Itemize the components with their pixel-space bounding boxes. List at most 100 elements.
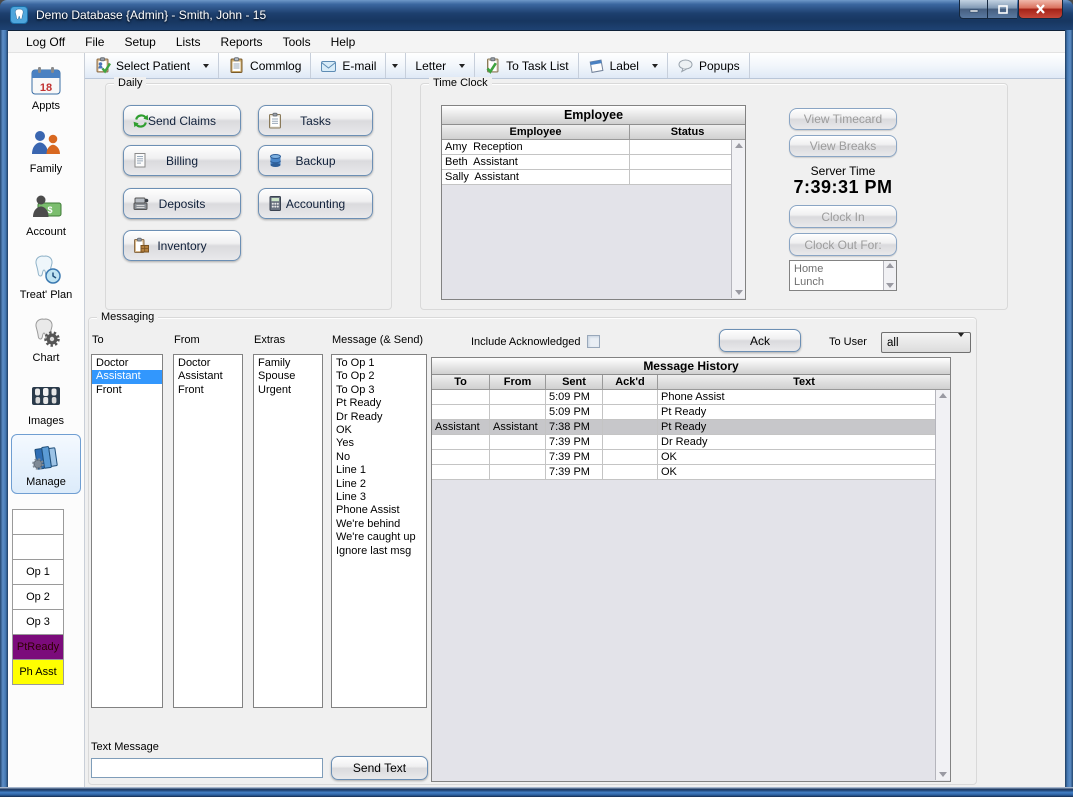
list-item[interactable]: OK	[332, 424, 426, 437]
list-item[interactable]: Family	[254, 357, 322, 370]
op-button-phasst[interactable]: Ph Asst	[12, 659, 64, 685]
list-item[interactable]: We're behind	[332, 518, 426, 531]
menu-lists[interactable]: Lists	[166, 32, 211, 52]
include-acknowledged-checkbox[interactable]	[587, 335, 600, 348]
op-button-blank-1[interactable]	[12, 509, 64, 535]
tasks-button[interactable]: Tasks	[258, 105, 373, 136]
clock-out-for-button[interactable]: Clock Out For:	[789, 233, 897, 256]
sidebar-item-appts[interactable]: 18 Appts	[8, 56, 84, 119]
list-item[interactable]: Urgent	[254, 384, 322, 397]
employee-row[interactable]: Sally Assistant	[442, 170, 733, 185]
scroll-up-icon[interactable]	[886, 263, 894, 268]
sidebar-item-manage[interactable]: Manage	[11, 434, 81, 494]
op-button-op3[interactable]: Op 3	[12, 609, 64, 635]
list-item-selected[interactable]: Assistant	[92, 370, 162, 383]
list-item[interactable]: Spouse	[254, 370, 322, 383]
list-item[interactable]: Ignore last msg	[332, 545, 426, 558]
column-header-sent[interactable]: Sent	[546, 375, 603, 389]
op-button-blank-2[interactable]	[12, 534, 64, 560]
history-row[interactable]: 7:39 PM OK	[432, 450, 937, 465]
clock-out-options-list[interactable]: Home Lunch	[789, 260, 897, 291]
sidebar-item-account[interactable]: $ Account	[8, 182, 84, 245]
menu-setup[interactable]: Setup	[114, 32, 165, 52]
send-text-button[interactable]: Send Text	[331, 756, 428, 780]
extras-list[interactable]: Family Spouse Urgent	[253, 354, 323, 708]
clock-out-list-scrollbar[interactable]	[883, 261, 896, 290]
email-dropdown-button[interactable]	[385, 53, 406, 78]
menu-reports[interactable]: Reports	[211, 32, 273, 52]
employee-row[interactable]: Beth Assistant	[442, 155, 733, 170]
list-item[interactable]: Yes	[332, 437, 426, 450]
column-header-employee[interactable]: Employee	[442, 125, 630, 139]
menu-tools[interactable]: Tools	[273, 32, 321, 52]
scroll-down-icon[interactable]	[939, 772, 947, 777]
column-header-status[interactable]: Status	[630, 125, 745, 139]
op-button-op2[interactable]: Op 2	[12, 584, 64, 610]
view-timecard-button[interactable]: View Timecard	[789, 108, 897, 130]
to-user-dropdown[interactable]: all	[881, 332, 971, 353]
sidebar-item-family[interactable]: Family	[8, 119, 84, 182]
send-claims-button[interactable]: Send Claims	[123, 105, 241, 136]
history-row-selected[interactable]: Assistant Assistant 7:38 PM Pt Ready	[432, 420, 937, 435]
list-item[interactable]: Doctor	[174, 357, 242, 370]
ack-button[interactable]: Ack	[719, 329, 801, 352]
list-item[interactable]: Pt Ready	[332, 397, 426, 410]
backup-button[interactable]: Backup	[258, 145, 373, 176]
list-item[interactable]: To Op 1	[332, 357, 426, 370]
list-item[interactable]: No	[332, 451, 426, 464]
history-row[interactable]: 5:09 PM Pt Ready	[432, 405, 937, 420]
list-item[interactable]: Front	[174, 384, 242, 397]
list-item[interactable]: Assistant	[174, 370, 242, 383]
menu-help[interactable]: Help	[321, 32, 366, 52]
clock-in-button[interactable]: Clock In	[789, 205, 897, 228]
maximize-button[interactable]	[988, 0, 1017, 19]
op-button-op1[interactable]: Op 1	[12, 559, 64, 585]
text-message-input[interactable]	[91, 758, 323, 778]
column-header-to[interactable]: To	[432, 375, 490, 389]
history-row[interactable]: 7:39 PM Dr Ready	[432, 435, 937, 450]
accounting-button[interactable]: Accounting	[258, 188, 373, 219]
scroll-up-icon[interactable]	[939, 393, 947, 398]
list-item[interactable]: Line 2	[332, 478, 426, 491]
history-row[interactable]: 7:39 PM OK	[432, 465, 937, 480]
close-button[interactable]	[1018, 0, 1063, 19]
label-button[interactable]: Label	[579, 53, 668, 78]
list-item[interactable]: Home	[790, 263, 896, 276]
column-header-text[interactable]: Text	[658, 375, 950, 389]
sidebar-item-chart[interactable]: Chart	[8, 308, 84, 371]
inventory-button[interactable]: Inventory	[123, 230, 241, 261]
minimize-button[interactable]	[959, 0, 988, 19]
to-task-list-button[interactable]: To Task List	[475, 53, 578, 78]
sidebar-item-treat-plan[interactable]: Treat' Plan	[8, 245, 84, 308]
message-send-list[interactable]: To Op 1 To Op 2 To Op 3 Pt Ready Dr Read…	[331, 354, 427, 708]
employee-table-scrollbar[interactable]	[731, 140, 745, 298]
employee-row[interactable]: Amy Reception	[442, 140, 733, 155]
list-item[interactable]: Front	[92, 384, 162, 397]
list-item[interactable]: To Op 2	[332, 370, 426, 383]
select-patient-button[interactable]: Select Patient	[85, 53, 219, 78]
to-list[interactable]: Doctor Assistant Front	[91, 354, 163, 708]
list-item[interactable]: To Op 3	[332, 384, 426, 397]
op-button-ptready[interactable]: PtReady	[12, 634, 64, 660]
scroll-down-icon[interactable]	[735, 290, 743, 295]
list-item[interactable]: Line 1	[332, 464, 426, 477]
list-item[interactable]: Dr Ready	[332, 411, 426, 424]
popups-button[interactable]: Popups	[668, 53, 750, 78]
sidebar-item-images[interactable]: Images	[8, 371, 84, 434]
list-item[interactable]: Lunch	[790, 276, 896, 289]
list-item[interactable]: Phone Assist	[332, 504, 426, 517]
billing-button[interactable]: Billing	[123, 145, 241, 176]
column-header-ackd[interactable]: Ack'd	[603, 375, 658, 389]
commlog-button[interactable]: Commlog	[219, 53, 311, 78]
menu-log-off[interactable]: Log Off	[16, 32, 75, 52]
view-breaks-button[interactable]: View Breaks	[789, 135, 897, 157]
list-item[interactable]: Line 3	[332, 491, 426, 504]
menu-file[interactable]: File	[75, 32, 114, 52]
email-button[interactable]: E-mail	[311, 53, 386, 78]
deposits-button[interactable]: Deposits	[123, 188, 241, 219]
letter-button[interactable]: Letter	[406, 53, 475, 78]
column-header-from[interactable]: From	[490, 375, 546, 389]
history-row[interactable]: 5:09 PM Phone Assist	[432, 390, 937, 405]
list-item[interactable]: We're caught up	[332, 531, 426, 544]
scroll-down-icon[interactable]	[886, 283, 894, 288]
